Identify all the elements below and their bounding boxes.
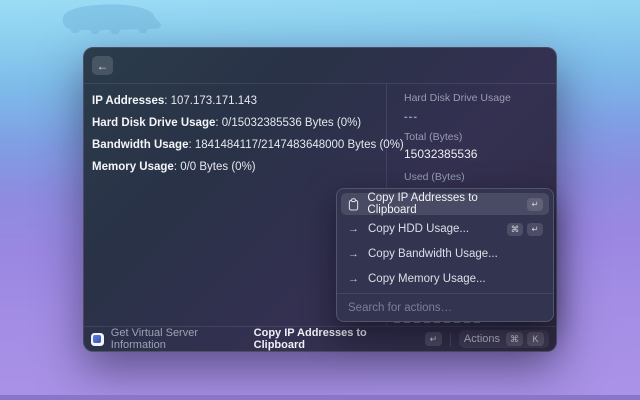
arrow-right-icon: → xyxy=(347,273,360,285)
actions-menu-popup: Copy IP Addresses to Clipboard ↵ → Copy … xyxy=(336,188,554,322)
menu-item-label: Copy Memory Usage... xyxy=(368,273,486,285)
detail-label: Hard Disk Drive Usage xyxy=(92,117,215,129)
back-arrow-icon: ← xyxy=(97,60,109,72)
detail-label: Memory Usage xyxy=(92,161,174,173)
detail-label: IP Addresses xyxy=(92,95,164,107)
actions-search-input[interactable] xyxy=(348,302,542,314)
menu-item-copy-ip[interactable]: Copy IP Addresses to Clipboard ↵ xyxy=(341,193,549,215)
server-detail-panel: IP Addresses: 107.173.171.143 Hard Disk … xyxy=(92,95,380,183)
metadata-separator: --- xyxy=(404,111,557,123)
metadata-title: Hard Disk Drive Usage xyxy=(404,92,557,104)
back-button[interactable]: ← xyxy=(92,56,113,75)
detail-line-bandwidth: Bandwidth Usage: 1841484117/214748364800… xyxy=(92,139,380,152)
detail-line-memory: Memory Usage: 0/0 Bytes (0%) xyxy=(92,161,380,174)
detail-label: Bandwidth Usage xyxy=(92,139,188,151)
actions-button-label: Actions xyxy=(464,333,500,345)
window-header: ← xyxy=(84,48,556,83)
metadata-label-total: Total (Bytes) xyxy=(404,131,557,143)
detail-value: 0/0 Bytes (0%) xyxy=(180,161,255,173)
return-key-icon: ↵ xyxy=(425,332,442,346)
command-key-icon: ⌘ xyxy=(507,223,523,236)
statusbar-divider xyxy=(450,333,451,346)
menu-item-copy-bandwidth[interactable]: → Copy Bandwidth Usage... xyxy=(341,243,549,265)
arrow-right-icon: → xyxy=(347,248,360,260)
command-title: Get Virtual Server Information xyxy=(111,327,254,351)
metadata-value-total: 15032385536 xyxy=(404,147,557,161)
wallpaper-animal-silhouette xyxy=(60,2,164,36)
detail-value: 0/15032385536 Bytes (0%) xyxy=(222,117,361,129)
detail-line-hdd: Hard Disk Drive Usage: 0/15032385536 Byt… xyxy=(92,117,380,130)
return-key-icon: ↵ xyxy=(527,198,543,211)
desktop-wallpaper: ← IP Addresses: 107.173.171.143 Hard Dis… xyxy=(0,0,640,400)
menu-item-label: Copy Bandwidth Usage... xyxy=(368,248,498,260)
clipboard-icon xyxy=(347,198,359,211)
arrow-right-icon: → xyxy=(347,223,360,235)
k-key-icon: K xyxy=(527,332,544,346)
command-key-icon: ⌘ xyxy=(506,332,523,346)
primary-action-label: Copy IP Addresses to Clipboard xyxy=(254,327,418,351)
status-bar: Get Virtual Server Information Copy IP A… xyxy=(84,326,556,351)
detail-value: 1841484117/2147483648000 Bytes (0%) xyxy=(195,139,404,151)
menu-item-copy-hdd[interactable]: → Copy HDD Usage... ⌘ ↵ xyxy=(341,218,549,240)
detail-line-ip: IP Addresses: 107.173.171.143 xyxy=(92,95,380,108)
metadata-label-used: Used (Bytes) xyxy=(404,171,557,183)
actions-button[interactable]: Actions ⌘ K xyxy=(459,330,549,348)
primary-action-button[interactable]: Copy IP Addresses to Clipboard ↵ xyxy=(254,327,442,351)
extension-app-icon xyxy=(91,333,104,346)
menu-item-label: Copy IP Addresses to Clipboard xyxy=(367,192,523,216)
menu-item-label: Copy HDD Usage... xyxy=(368,223,469,235)
menu-item-copy-memory[interactable]: → Copy Memory Usage... xyxy=(341,268,549,290)
return-key-icon: ↵ xyxy=(527,223,543,236)
detail-value: 107.173.171.143 xyxy=(171,95,257,107)
